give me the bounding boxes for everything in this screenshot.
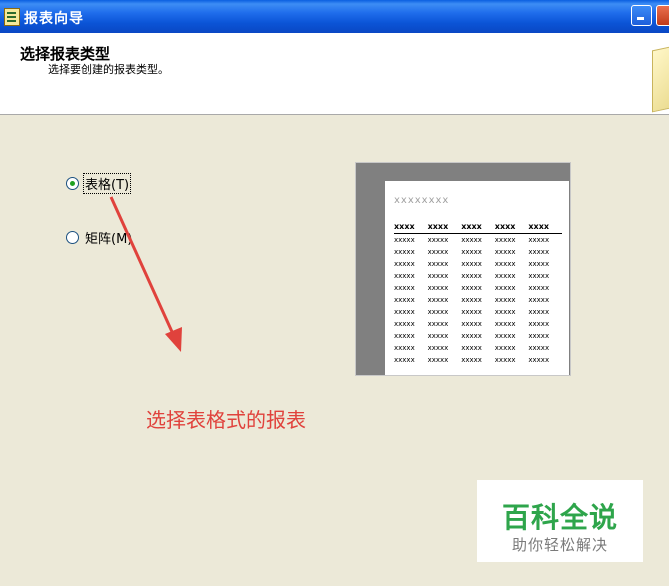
annotation-text: 选择表格式的报表 <box>146 408 306 432</box>
watermark-main-text: 百科全说 <box>501 501 618 534</box>
watermark-logo: 百科全说 助你轻松解决 <box>477 480 643 562</box>
watermark-sub-text: 助你轻松解决 <box>511 536 608 554</box>
